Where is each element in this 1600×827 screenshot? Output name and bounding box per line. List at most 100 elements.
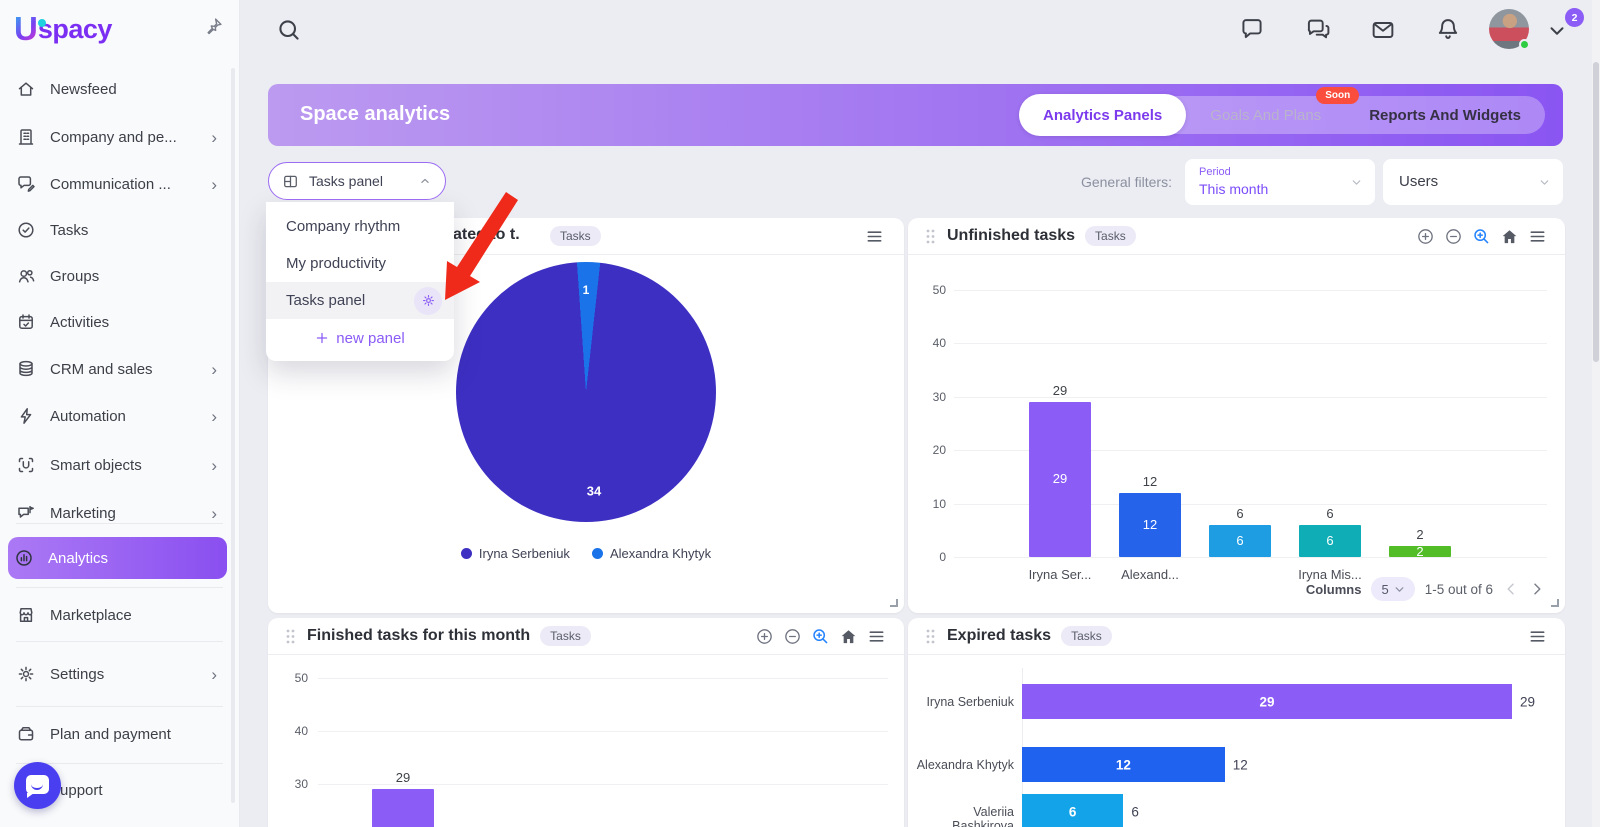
panel-dropdown-menu: Company rhythmMy productivityTasks panel… — [266, 202, 454, 361]
sidebar-item-label: Groups — [50, 268, 99, 285]
card-title-fragment: ated to t. — [453, 226, 520, 244]
menu-item-company-rhythm[interactable]: Company rhythm — [266, 208, 454, 245]
sidebar-item-smart-objects[interactable]: Smart objects› — [10, 445, 225, 485]
chevron-down-icon — [1394, 584, 1405, 595]
pin-icon[interactable] — [202, 16, 224, 38]
sidebar-item-label: Communication ... — [50, 176, 171, 193]
sidebar-item-label: Newsfeed — [50, 81, 117, 98]
bar-value-label: 29 — [1520, 695, 1535, 710]
page-scrollbar-thumb[interactable] — [1593, 62, 1599, 362]
bar-inner-label: 29 — [1030, 471, 1090, 486]
sidebar-item-plan-and-payment[interactable]: Plan and payment — [10, 714, 225, 754]
legend-dot — [592, 548, 603, 559]
panel-select[interactable]: Tasks panel — [268, 162, 446, 200]
logo-mark: U — [14, 12, 38, 45]
sidebar-item-tasks[interactable]: Tasks — [10, 210, 225, 250]
chevron-right-icon: › — [211, 505, 217, 522]
general-filters-label: General filters: — [1062, 174, 1172, 190]
home-icon[interactable] — [1500, 227, 1519, 246]
unfinished-tasks-chart-card: Unfinished tasks Tasks Columns 5 1-5 out… — [908, 218, 1565, 613]
sidebar-item-automation[interactable]: Automation› — [10, 396, 225, 436]
sidebar-item-marketing[interactable]: Marketing› — [10, 493, 225, 533]
wallet-icon — [16, 724, 36, 744]
sidebar-item-label: Analytics — [48, 550, 108, 567]
chat-count-badge: 2 — [1565, 8, 1584, 27]
sidebar-item-label: Automation — [50, 408, 126, 425]
chevron-right-icon: › — [211, 666, 217, 683]
selection-zoom-icon[interactable] — [1472, 227, 1491, 246]
gear-icon — [16, 664, 36, 684]
support-chat-launcher[interactable] — [14, 762, 61, 809]
sidebar-item-analytics[interactable]: Analytics — [8, 537, 227, 579]
tab-reports-and-widgets[interactable]: Reports And Widgets — [1345, 96, 1545, 134]
task-check-icon — [16, 220, 36, 240]
menu-icon[interactable] — [865, 227, 884, 246]
drag-handle-icon[interactable] — [926, 629, 935, 644]
bell-icon[interactable] — [1435, 16, 1461, 42]
logo-name: spacy — [38, 12, 112, 46]
period-filter[interactable]: Period This month — [1185, 159, 1375, 205]
topbar: 2 99+ — [240, 0, 1600, 60]
panel-select-value: Tasks panel — [309, 173, 383, 189]
home-icon[interactable] — [839, 627, 858, 646]
zoom-in-icon[interactable] — [755, 627, 774, 646]
chevron-down-icon[interactable] — [1546, 20, 1568, 42]
panel-settings-gear-icon[interactable] — [414, 287, 442, 315]
sidebar-item-activities[interactable]: Activities — [10, 302, 225, 342]
tab-goals-and-plans[interactable]: Goals And Plans Soon — [1186, 96, 1345, 134]
menu-item-my-productivity[interactable]: My productivity — [266, 245, 454, 282]
resize-handle[interactable] — [1551, 599, 1559, 607]
building-icon — [16, 127, 36, 147]
users-filter[interactable]: Users — [1383, 159, 1563, 205]
bar-inner-label: 12 — [1116, 758, 1131, 773]
pagination-next-icon[interactable] — [1529, 581, 1545, 597]
bar-value-label: 12 — [1120, 474, 1180, 489]
bar-inner-label: 2 — [1390, 544, 1450, 559]
sidebar-item-company-and-pe[interactable]: Company and pe...› — [10, 117, 225, 157]
selection-zoom-icon[interactable] — [811, 627, 830, 646]
panel-icon — [282, 173, 299, 190]
sidebar-item-newsfeed[interactable]: Newsfeed — [10, 69, 225, 109]
chat-edit-icon — [16, 174, 36, 194]
zoom-out-icon[interactable] — [1444, 227, 1463, 246]
menu-icon[interactable] — [867, 627, 886, 646]
sidebar-item-groups[interactable]: Groups — [10, 256, 225, 296]
period-filter-value: This month — [1199, 181, 1268, 197]
sidebar-item-marketplace[interactable]: Marketplace — [10, 595, 225, 635]
menu-icon[interactable] — [1528, 227, 1547, 246]
search-icon[interactable] — [276, 17, 302, 43]
y-tick-label: 30 — [914, 390, 946, 404]
resize-handle[interactable] — [890, 599, 898, 607]
card-title: Finished tasks for this month — [307, 627, 530, 645]
online-status-dot — [1519, 39, 1530, 50]
zoom-out-icon[interactable] — [783, 627, 802, 646]
x-category-label: Iryna Mis... — [1282, 567, 1378, 582]
sidebar-scrollbar[interactable] — [231, 68, 235, 803]
comment-icon[interactable] — [1239, 16, 1265, 42]
logo[interactable]: U spacy — [14, 12, 112, 48]
menu-item-tasks-panel[interactable]: Tasks panel — [266, 282, 454, 319]
zoom-in-icon[interactable] — [1416, 227, 1435, 246]
mail-icon[interactable] — [1370, 17, 1396, 43]
expired-tasks-chart-card: Expired tasks Tasks Iryna Serbeniuk2929A… — [908, 618, 1565, 827]
drag-handle-icon[interactable] — [286, 629, 295, 644]
sidebar-item-settings[interactable]: Settings› — [10, 654, 225, 694]
bar-value-label: 2 — [1390, 527, 1450, 542]
sidebar-item-communication[interactable]: Communication ...› — [10, 164, 225, 204]
new-panel-button[interactable]: new panel — [266, 319, 454, 357]
menu-icon[interactable] — [1528, 627, 1547, 646]
chats-icon[interactable] — [1305, 17, 1331, 43]
bar-value-label: 12 — [1233, 758, 1248, 773]
sidebar-item-label: CRM and sales — [50, 361, 153, 378]
bar-value-label: 6 — [1131, 805, 1139, 820]
drag-handle-icon[interactable] — [926, 229, 935, 244]
legend-item[interactable]: Iryna Serbeniuk — [461, 546, 570, 561]
page-scrollbar — [1592, 0, 1600, 827]
tab-analytics-panels[interactable]: Analytics Panels — [1019, 94, 1186, 136]
pagination-prev-icon[interactable] — [1503, 581, 1519, 597]
bar-value-label: 6 — [1300, 506, 1360, 521]
chevron-right-icon: › — [211, 457, 217, 474]
legend-item[interactable]: Alexandra Khytyk — [592, 546, 711, 561]
sidebar-divider — [16, 523, 223, 524]
sidebar-item-crm-and-sales[interactable]: CRM and sales› — [10, 349, 225, 389]
